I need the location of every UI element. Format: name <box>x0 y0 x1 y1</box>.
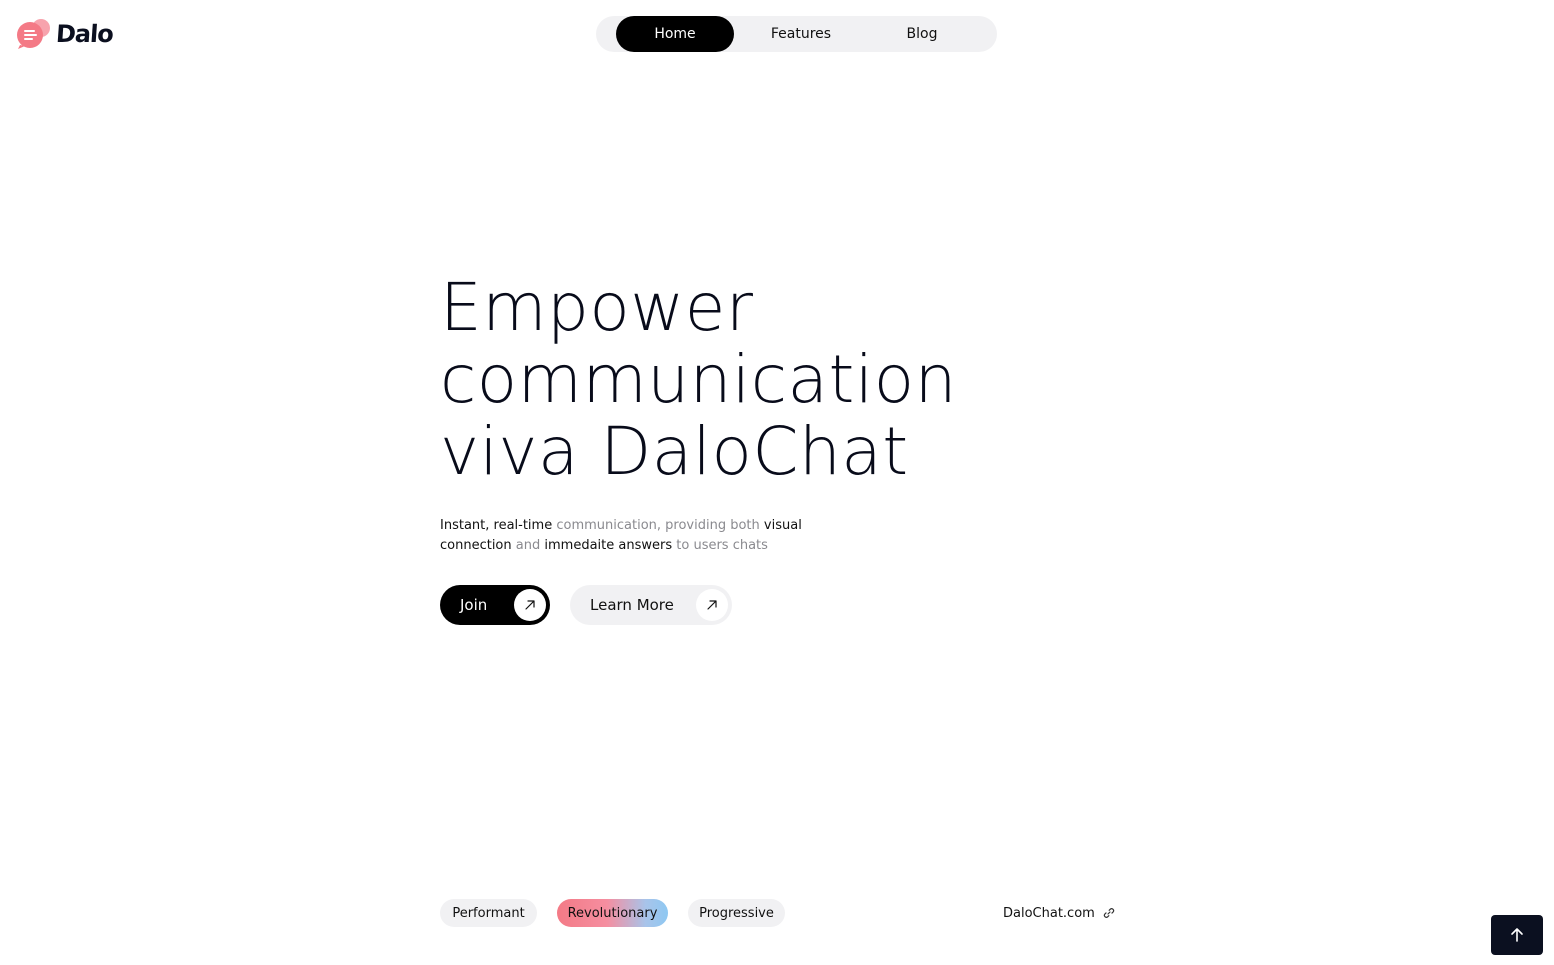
site-link[interactable]: DaloChat.com <box>1003 899 1115 927</box>
nav-item-home[interactable]: Home <box>616 16 734 52</box>
nav-item-blog[interactable]: Blog <box>876 16 968 52</box>
nav-item-features[interactable]: Features <box>744 16 858 52</box>
main-nav: Home Features Blog <box>596 16 997 52</box>
subtitle-muted: communication, providing both <box>556 518 760 533</box>
join-button-label: Join <box>460 596 488 614</box>
link-icon <box>1103 908 1115 918</box>
hero-subtitle: Instant, real-time communication, provid… <box>440 516 820 556</box>
chat-bubble-icon <box>17 19 50 49</box>
learn-more-button-label: Learn More <box>590 596 674 614</box>
join-button[interactable]: Join <box>440 585 550 625</box>
subtitle-emphasis: Instant, real-time <box>440 518 553 533</box>
arrow-up-icon <box>1511 928 1523 942</box>
tag-revolutionary: Revolutionary <box>557 899 668 927</box>
subtitle-muted: to users chats <box>676 538 768 553</box>
subtitle-emphasis: immedaite answers <box>544 538 673 553</box>
tag-progressive: Progressive <box>688 899 785 927</box>
brand-logo[interactable]: Dalo <box>16 18 114 50</box>
arrow-up-right-icon <box>514 589 546 621</box>
headline-line-1: Empower <box>440 269 754 346</box>
hero-headline: Empower communication viva DaloChat <box>440 272 957 488</box>
learn-more-button[interactable]: Learn More <box>570 585 732 625</box>
tag-performant: Performant <box>440 899 537 927</box>
landing-page: Dalo Home Features Blog Empower communic… <box>0 0 1554 965</box>
headline-line-3: viva DaloChat <box>440 413 909 490</box>
site-link-label: DaloChat.com <box>1003 905 1095 921</box>
arrow-up-right-icon <box>696 589 728 621</box>
subtitle-muted: and <box>515 538 541 553</box>
brand-name: Dalo <box>55 20 114 48</box>
scroll-to-top-button[interactable] <box>1491 915 1543 955</box>
headline-line-2: communication <box>440 341 957 418</box>
